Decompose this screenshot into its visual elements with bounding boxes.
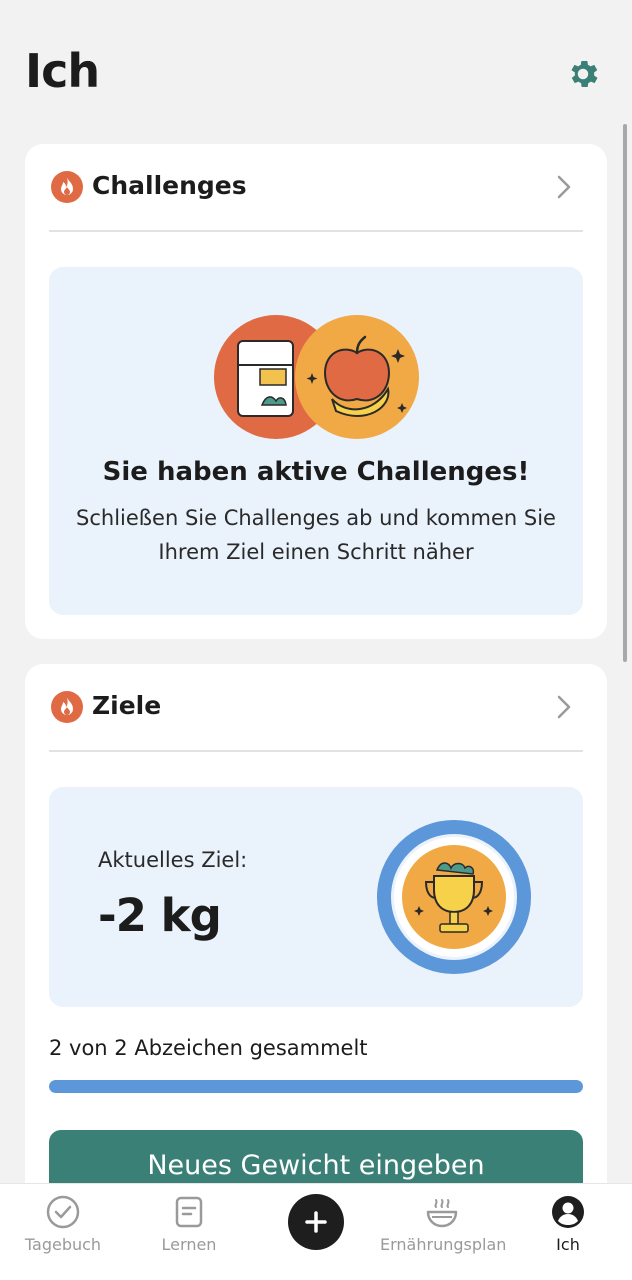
tab-lernen[interactable]: Lernen: [140, 1184, 238, 1280]
check-circle-icon: [46, 1195, 80, 1229]
gear-icon[interactable]: [565, 56, 601, 92]
bottom-tab-bar: Tagebuch Lernen Ernährungsplan Ich: [0, 1183, 632, 1280]
trophy-icon: [377, 820, 531, 974]
challenges-title: Challenges: [92, 171, 247, 200]
tab-ich[interactable]: Ich: [530, 1184, 606, 1280]
challenges-card-header[interactable]: Challenges: [25, 144, 607, 232]
chevron-right-icon[interactable]: [555, 694, 573, 720]
current-goal-panel[interactable]: Aktuelles Ziel: -2 kg: [49, 787, 583, 1007]
current-goal-value: -2 kg: [98, 889, 222, 942]
bowl-icon: [426, 1199, 458, 1228]
active-challenges-banner[interactable]: Sie haben aktive Challenges! Schließen S…: [49, 267, 583, 615]
add-button[interactable]: [288, 1194, 344, 1250]
profile-icon: [552, 1196, 584, 1228]
badges-progress-fill: [49, 1080, 583, 1093]
tab-label: Ich: [556, 1235, 580, 1254]
header: Ich: [0, 0, 632, 130]
tab-label: Tagebuch: [24, 1235, 102, 1254]
badges-collected-text: 2 von 2 Abzeichen gesammelt: [49, 1036, 368, 1060]
badges-progress-bar: [49, 1080, 583, 1093]
tab-ernaehrungsplan[interactable]: Ernährungsplan: [380, 1184, 507, 1280]
tab-tagebuch[interactable]: Tagebuch: [14, 1184, 112, 1280]
challenges-description: Schließen Sie Challenges ab und kommen S…: [76, 506, 556, 564]
flame-icon: [51, 171, 83, 203]
current-goal-label: Aktuelles Ziel:: [98, 848, 248, 872]
goals-card: Ziele Aktuelles Ziel: -2 kg 2 von 2 Abze…: [25, 664, 607, 1224]
tab-label: Ernährungsplan: [380, 1235, 507, 1254]
plus-icon: [305, 1211, 327, 1233]
goals-title: Ziele: [92, 691, 162, 720]
fridge-fruit-illustration: [214, 315, 419, 439]
scrollbar[interactable]: [623, 124, 627, 662]
chevron-right-icon[interactable]: [555, 174, 573, 200]
divider: [49, 230, 583, 232]
document-icon: [175, 1196, 203, 1228]
goals-card-header[interactable]: Ziele: [25, 664, 607, 752]
challenges-heading: Sie haben aktive Challenges!: [102, 457, 530, 487]
divider: [49, 750, 583, 752]
challenges-card: Challenges Sie haben aktive Challenges! …: [25, 144, 607, 639]
flame-icon: [51, 691, 83, 723]
page-title: Ich: [25, 44, 100, 98]
tab-label: Lernen: [161, 1235, 217, 1254]
